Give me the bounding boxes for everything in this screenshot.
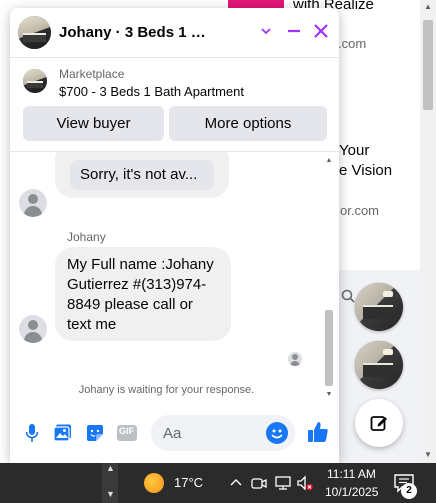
listing-thumbnail[interactable] — [23, 69, 47, 93]
gif-label: GIF — [119, 426, 134, 436]
microphone-button[interactable] — [21, 422, 43, 444]
waiting-status: Johany is waiting for your response. — [78, 384, 255, 396]
listing-title[interactable]: $700 - 3 Beds 1 Bath Apartment — [59, 84, 244, 99]
taskbar: ▲ ▼ 17°C 11:11 AM 10/1/2025 2 — [0, 463, 436, 503]
ad-banner[interactable] — [228, 0, 284, 8]
show-hidden-icons-icon[interactable] — [227, 474, 245, 492]
temperature[interactable]: 17°C — [174, 475, 203, 490]
chat-header[interactable]: Johany · 3 Beds 1 Bath Apa... — [10, 8, 339, 58]
compose-icon — [370, 416, 387, 431]
microphone-icon — [25, 424, 39, 442]
chevron-down-icon[interactable] — [259, 24, 273, 38]
volume-muted-icon[interactable] — [296, 474, 314, 492]
notification-count-badge: 2 — [401, 483, 417, 499]
sticker-button[interactable] — [84, 422, 106, 444]
photo-icon — [53, 424, 71, 442]
minimize-icon[interactable] — [286, 23, 302, 39]
contact-avatar-2[interactable] — [355, 341, 403, 389]
screen: with Realize .com Your e Vision or.com ▲… — [0, 0, 436, 503]
bg-heading-2b[interactable]: e Vision — [339, 162, 392, 179]
bg-heading-2[interactable]: Your — [339, 142, 369, 159]
view-buyer-button[interactable]: View buyer — [23, 106, 164, 141]
message-scrollbar[interactable]: ▲ ▼ — [322, 153, 336, 401]
sender-avatar[interactable] — [19, 189, 47, 217]
clock-time[interactable]: 11:11 AM — [327, 467, 376, 481]
more-options-button[interactable]: More options — [169, 106, 327, 141]
network-icon[interactable] — [274, 474, 292, 492]
seen-indicator-avatar — [288, 352, 302, 366]
message-input[interactable]: Aa — [151, 415, 295, 451]
clock-date[interactable]: 10/1/2025 — [325, 485, 378, 499]
listing-card: Marketplace $700 - 3 Beds 1 Bath Apartme… — [10, 58, 339, 152]
sender-avatar[interactable] — [19, 315, 47, 343]
weather-sun-icon[interactable] — [144, 473, 164, 493]
sticker-icon — [87, 425, 103, 441]
new-message-button[interactable] — [355, 399, 403, 447]
gif-button[interactable]: GIF — [116, 422, 138, 444]
message-scrollbar-thumb[interactable] — [325, 310, 333, 386]
listing-source: Marketplace — [59, 67, 125, 81]
page-scrollbar[interactable]: ▲ ▼ — [420, 0, 436, 463]
sender-name: Johany — [67, 230, 106, 244]
emoji-icon — [271, 429, 283, 439]
bg-domain-2: or.com — [340, 203, 380, 218]
emoji-button[interactable] — [266, 422, 288, 444]
message-composer: GIF Aa — [10, 408, 339, 460]
camera-icon[interactable] — [250, 474, 268, 492]
chat-window: Johany · 3 Beds 1 Bath Apa... Marketplac… — [10, 8, 339, 463]
message-thread: Sorry, it's not av... Johany My Full nam… — [10, 152, 339, 402]
bg-domain-1: .com — [338, 36, 367, 51]
chat-avatar[interactable] — [18, 16, 51, 49]
chat-title[interactable]: Johany · 3 Beds 1 Bath Apa... — [59, 24, 209, 41]
message-input-placeholder: Aa — [163, 425, 182, 442]
search-icon[interactable] — [341, 289, 355, 306]
photo-button[interactable] — [52, 422, 74, 444]
close-icon[interactable] — [312, 22, 330, 40]
taskbar-overflow[interactable]: ▲ ▼ — [102, 463, 118, 503]
previous-message-snippet[interactable]: Sorry, it's not av... — [70, 160, 214, 190]
page-scrollbar-thumb[interactable] — [423, 20, 433, 110]
message-bubble[interactable]: My Full name :Johany Gutierrez #(313)974… — [55, 247, 231, 341]
like-button[interactable] — [305, 419, 331, 445]
contact-avatar-1[interactable] — [355, 283, 403, 331]
thumbs-up-icon — [308, 422, 328, 442]
